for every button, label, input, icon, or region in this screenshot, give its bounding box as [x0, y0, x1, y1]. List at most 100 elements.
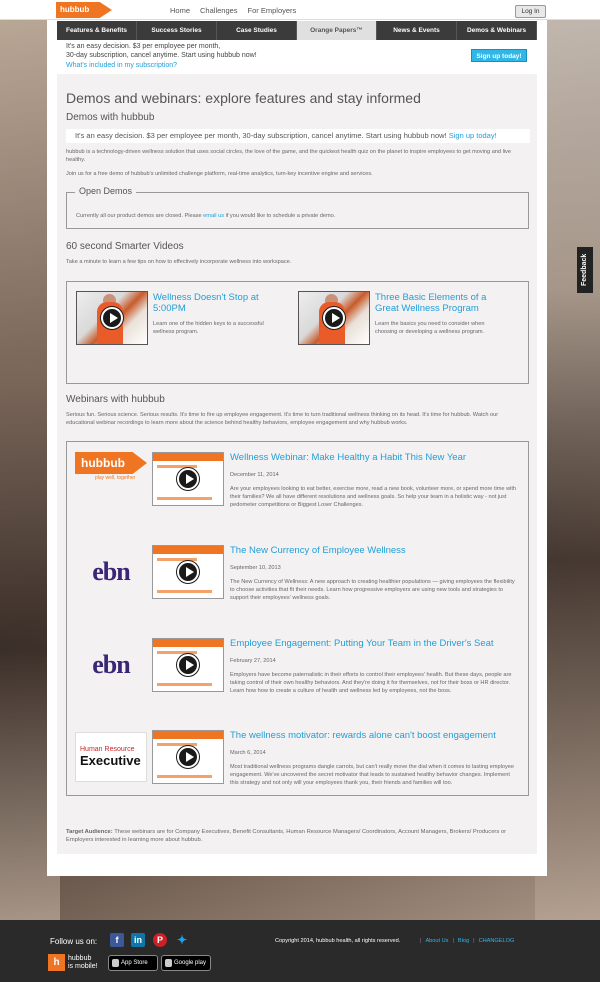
play-icon[interactable] [323, 307, 345, 329]
feedback-tab[interactable]: Feedback [577, 247, 593, 293]
video-item: Three Basic Elements of a Great Wellness… [298, 291, 508, 351]
play-icon[interactable] [177, 561, 199, 583]
slide-line [157, 590, 212, 593]
twitter-icon[interactable]: ✦ [175, 933, 189, 947]
video-title[interactable]: Three Basic Elements of a Great Wellness… [375, 292, 505, 314]
webinar-date: December 11, 2014 [230, 472, 279, 478]
webinar-desc: Most traditional wellness programs dangl… [230, 764, 515, 786]
webinar-title[interactable]: Wellness Webinar: Make Healthy a Habit T… [230, 452, 466, 463]
nav-features[interactable]: Features & Benefits [57, 21, 137, 40]
google-play-badge[interactable]: Google play [161, 955, 211, 971]
hr-executive-logo-top: Human Resource [80, 746, 135, 753]
promo-line-2: 30-day subscription, cancel anytime. Sta… [66, 51, 257, 59]
footer-link-blog[interactable]: Blog [458, 938, 469, 944]
app-store-badge[interactable]: App Store [108, 955, 158, 971]
webinars-intro: Serious fun. Serious science. Serious re… [66, 412, 499, 426]
hr-executive-logo: Human Resource Executive [75, 732, 147, 782]
webinar-item: hubbub play well, together Wellness Webi… [67, 448, 530, 538]
slide-header [153, 546, 223, 554]
footer-separator: | [473, 938, 475, 944]
subscription-link[interactable]: What's included in my subscription? [66, 62, 177, 69]
login-button[interactable]: Log In [515, 5, 546, 18]
email-us-link[interactable]: email us [203, 213, 224, 219]
slide-line [157, 775, 212, 778]
play-icon[interactable] [101, 307, 123, 329]
mobile-line-2: is mobile! [68, 963, 98, 970]
webinar-title[interactable]: The New Currency of Employee Wellness [230, 545, 406, 556]
webinar-thumbnail[interactable] [152, 452, 224, 506]
videos-box: Wellness Doesn't Stop at 5:00PM Learn on… [66, 281, 529, 384]
footer-separator: | [420, 938, 422, 944]
target-audience: Target Audience: These webinars are for … [66, 828, 528, 844]
main-content: Demos and webinars: explore features and… [57, 74, 537, 854]
top-nav: Home Challenges For Employers [170, 6, 296, 15]
footer-link-about[interactable]: About Us [425, 938, 448, 944]
video-title[interactable]: Wellness Doesn't Stop at 5:00PM [153, 292, 283, 314]
top-link-challenges[interactable]: Challenges [200, 6, 238, 15]
open-demos-text-b: if you would like to schedule a private … [224, 213, 336, 219]
top-link-employers[interactable]: For Employers [248, 6, 297, 15]
webinar-thumbnail[interactable] [152, 545, 224, 599]
open-demos-text: Currently all our product demos are clos… [76, 213, 366, 220]
nav-orange-papers[interactable]: Orange Papers™ [297, 21, 377, 40]
slide-line [157, 683, 212, 686]
nav-success-stories[interactable]: Success Stories [137, 21, 217, 40]
hubbub-tagline: play well, together [95, 475, 136, 481]
video-thumbnail[interactable] [298, 291, 370, 345]
webinar-thumbnail[interactable] [152, 638, 224, 692]
mobile-line-1: hubbub [68, 955, 92, 962]
intro-paragraph: hubbub is a technology-driven wellness s… [66, 149, 511, 163]
webinars-box: hubbub play well, together Wellness Webi… [66, 441, 529, 796]
footer-separator: | [452, 938, 454, 944]
strip-signup-link[interactable]: Sign up today! [449, 131, 497, 140]
footer: Follow us on: f in P ✦ Copyright 2014, h… [0, 920, 600, 982]
copyright-text: Copyright 2014, hubbub health, all right… [275, 938, 401, 944]
linkedin-icon[interactable]: in [131, 933, 145, 947]
webinar-title[interactable]: The wellness motivator: rewards alone ca… [230, 730, 496, 741]
webinars-heading: Webinars with hubbub [66, 394, 165, 405]
webinar-desc: Are your employees looking to eat better… [230, 486, 517, 508]
hubbub-mobile-icon: h [48, 954, 65, 971]
footer-link-changelog[interactable]: CHANGELOG [479, 938, 515, 944]
webinar-item: ebn The New Currency of Employee Wellnes… [67, 541, 530, 631]
promo-line-1: It's an easy decision. $3 per employee p… [66, 43, 221, 50]
target-audience-text: These webinars are for Company Executive… [66, 829, 507, 843]
play-icon[interactable] [177, 746, 199, 768]
slide-header [153, 639, 223, 647]
top-link-home[interactable]: Home [170, 6, 190, 15]
demo-invite-paragraph: Join us for a free demo of hubbub's unli… [66, 171, 373, 177]
hubbub-brand-logo: hubbub [75, 452, 147, 474]
page-title: Demos and webinars: explore features and… [66, 90, 421, 106]
demos-heading: Demos with hubbub [66, 112, 155, 123]
hr-executive-logo-bottom: Executive [80, 753, 141, 768]
mobile-text: hubbub is mobile! [68, 955, 98, 971]
video-thumbnail[interactable] [76, 291, 148, 345]
webinar-item: Human Resource Executive The wellness mo… [67, 726, 530, 816]
subscription-strip: It's an easy decision. $3 per employee p… [66, 129, 530, 143]
slide-line [157, 497, 212, 500]
video-item: Wellness Doesn't Stop at 5:00PM Learn on… [76, 291, 286, 351]
signup-button[interactable]: Sign up today! [471, 49, 527, 62]
webinar-thumbnail[interactable] [152, 730, 224, 784]
play-icon[interactable] [177, 468, 199, 490]
video-desc: Learn one of the hidden keys to a succes… [153, 321, 264, 335]
nav-case-studies[interactable]: Case Studies [217, 21, 297, 40]
play-icon[interactable] [177, 654, 199, 676]
videos-heading: 60 second Smarter Videos [66, 241, 184, 252]
nav-news-events[interactable]: News & Events [377, 21, 457, 40]
facebook-icon[interactable]: f [110, 933, 124, 947]
pinterest-icon[interactable]: P [153, 933, 167, 947]
promo-text: It's an easy decision. $3 per employee p… [66, 43, 366, 60]
slide-header [153, 453, 223, 461]
open-demos-box: Open Demos Currently all our product dem… [66, 186, 529, 229]
hubbub-logo[interactable]: hubbub [56, 2, 112, 18]
nav-demos-webinars[interactable]: Demos & Webinars [457, 21, 537, 40]
slide-header [153, 731, 223, 739]
footer-links: | About Us | Blog | CHANGELOG [420, 938, 514, 944]
main-nav: Features & Benefits Success Stories Case… [57, 21, 537, 40]
top-bar: hubbub Home Challenges For Employers Log… [0, 0, 600, 20]
webinar-desc: Employers have become paternalistic in t… [230, 672, 512, 694]
webinar-title[interactable]: Employee Engagement: Putting Your Team i… [230, 638, 494, 649]
videos-intro: Take a minute to learn a few tips on how… [66, 259, 292, 265]
target-audience-label: Target Audience: [66, 829, 113, 835]
